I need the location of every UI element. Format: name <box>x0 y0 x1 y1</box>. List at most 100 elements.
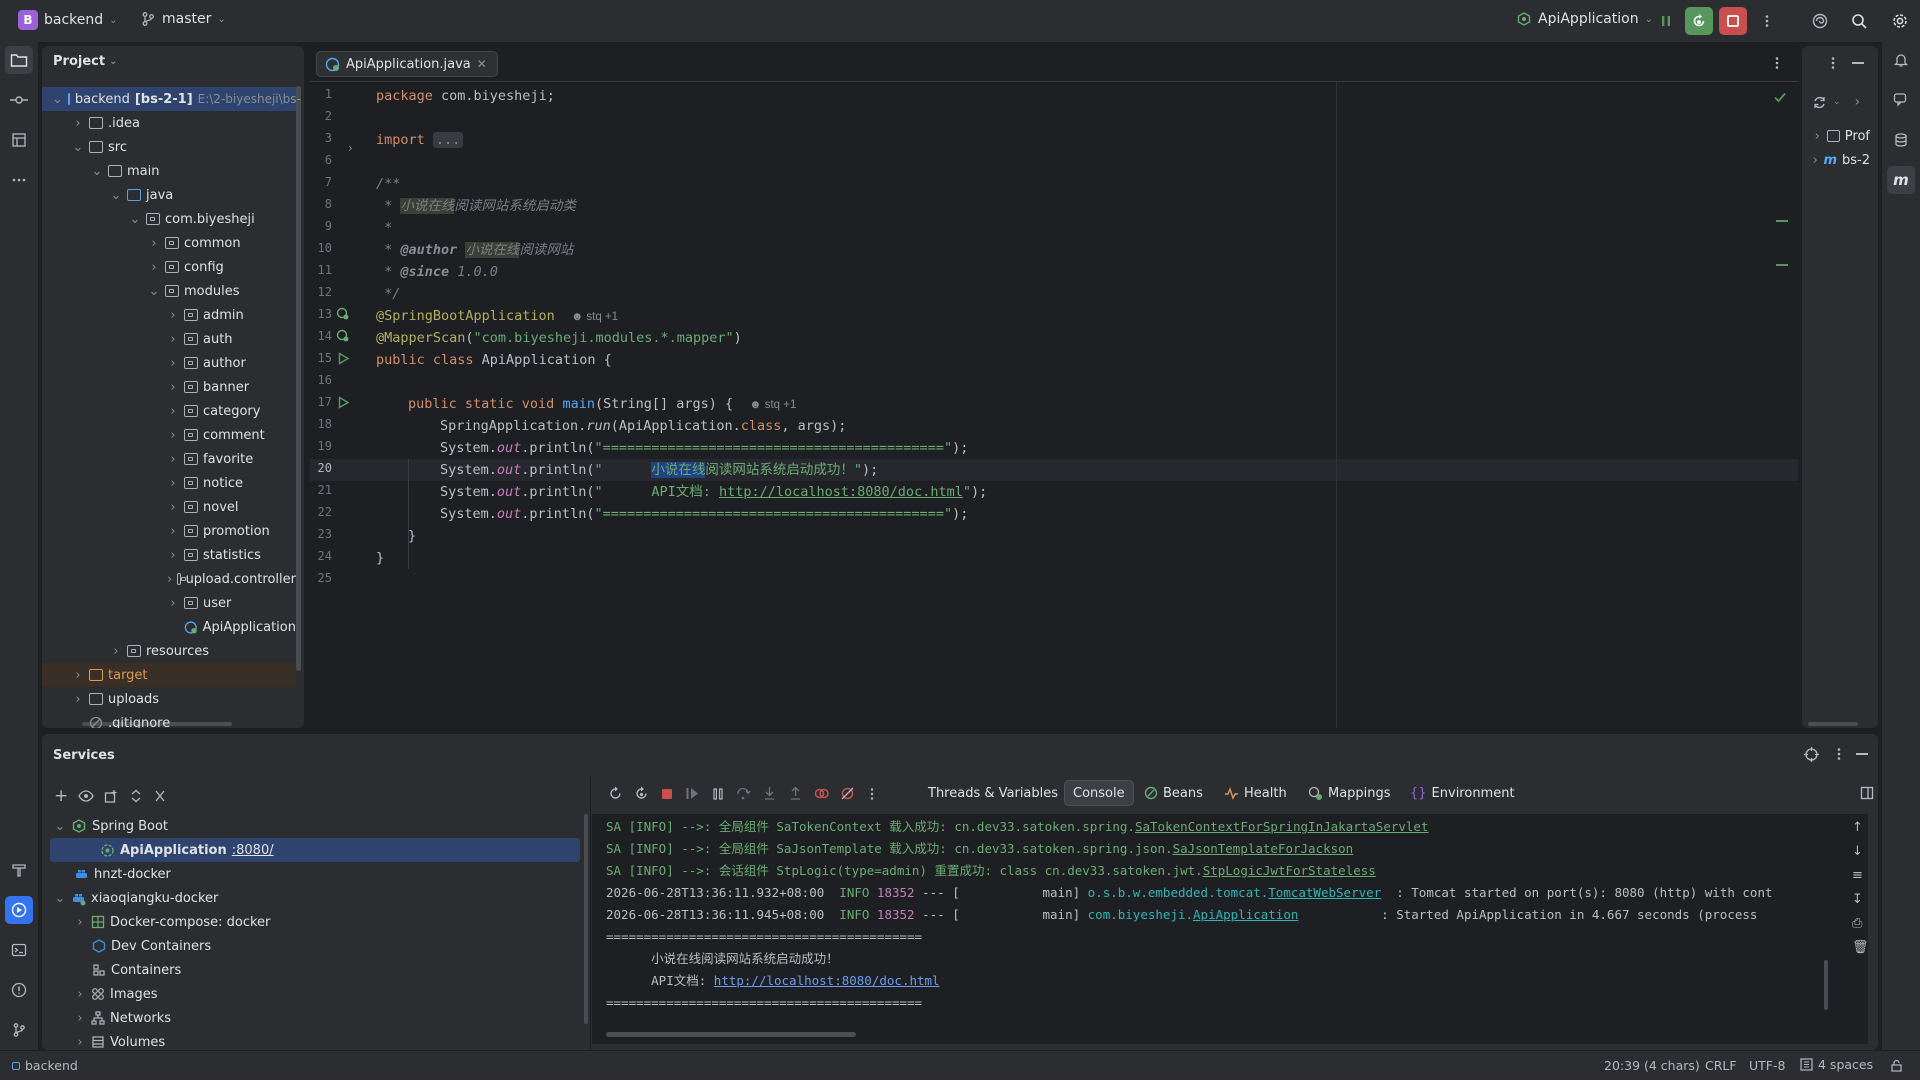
line-number[interactable]: 10 <box>310 241 332 255</box>
tree-item-config[interactable]: › config <box>42 255 296 279</box>
tree-item-banner[interactable]: › banner <box>42 375 296 399</box>
panel-more-button[interactable] <box>1826 56 1840 70</box>
tree-item-com-biyesheji[interactable]: ⌄ com.biyesheji <box>42 207 296 231</box>
ai-assistant-button[interactable] <box>1806 7 1834 35</box>
arrow-down-icon[interactable]: ↓ <box>1852 844 1869 859</box>
code-line-19[interactable]: System.out.println("====================… <box>440 437 968 459</box>
tree-item-resources[interactable]: › resources <box>42 639 296 663</box>
code-line-13[interactable]: @SpringBootApplication ☻ stq +1 <box>376 305 618 327</box>
splitter[interactable] <box>590 776 591 1050</box>
line-number[interactable]: 1 <box>310 87 332 101</box>
tree-item-comment[interactable]: › comment <box>42 423 296 447</box>
view-breakpoints-icon[interactable] <box>814 786 829 801</box>
line-number[interactable]: 2 <box>310 109 332 123</box>
service-item-networks[interactable]: › Networks <box>42 1006 582 1030</box>
horizontal-scrollbar[interactable] <box>1808 722 1858 726</box>
tree-item-target[interactable]: › target <box>42 663 296 687</box>
service-group-spring-boot[interactable]: ⌄ Spring Boot <box>42 814 582 838</box>
line-number[interactable]: 19 <box>310 439 332 453</box>
ai-chat-button[interactable] <box>1887 86 1915 114</box>
step-over-icon[interactable] <box>736 786 751 801</box>
lock-icon[interactable] <box>1890 1059 1903 1072</box>
line-number[interactable]: 18 <box>310 417 332 431</box>
stop-button[interactable] <box>1719 7 1747 35</box>
code-line-14[interactable]: @MapperScan("com.biyesheji.modules.*.map… <box>376 327 742 349</box>
chevron-right-icon[interactable]: › <box>1855 94 1861 110</box>
soft-wrap-icon[interactable]: ≡ <box>1852 868 1869 883</box>
rerun-icon[interactable] <box>608 786 623 801</box>
mute-breakpoints-icon[interactable] <box>840 786 855 801</box>
tree-item-admin[interactable]: › admin <box>42 303 296 327</box>
author-inlay[interactable]: ☻ stq +1 <box>749 399 796 411</box>
editor-tab-apiapplication[interactable]: ApiApplication.java ✕ <box>316 51 498 77</box>
code-line-24[interactable]: } <box>376 547 384 569</box>
line-number[interactable]: 14 <box>310 329 332 343</box>
more-vertical-icon[interactable] <box>866 787 878 801</box>
scroll-to-end-icon[interactable]: ↧ <box>1852 892 1869 907</box>
code-line-23[interactable]: } <box>408 525 416 547</box>
eye-icon[interactable] <box>78 789 94 803</box>
tree-item-author[interactable]: › author <box>42 351 296 375</box>
tree-item-favorite[interactable]: › favorite <box>42 447 296 471</box>
print-icon[interactable]: ⎙ <box>1852 916 1869 931</box>
rerun-debug-icon[interactable] <box>634 786 649 801</box>
resume-icon[interactable] <box>685 786 700 801</box>
tree-item-modules[interactable]: ⌄ modules <box>42 279 296 303</box>
service-port-link[interactable]: :8080/ <box>232 843 274 858</box>
status-module[interactable]: backend <box>12 1058 78 1073</box>
tree-item-common[interactable]: › common <box>42 231 296 255</box>
pause-button[interactable] <box>1652 7 1680 35</box>
tab-health[interactable]: Health <box>1216 780 1295 806</box>
run-gutter-icon[interactable] <box>337 396 350 409</box>
line-number[interactable]: 22 <box>310 505 332 519</box>
status-caret-position[interactable]: 20:39 (4 chars) <box>1604 1058 1700 1073</box>
problems-tool-button[interactable] <box>5 976 33 1004</box>
line-number[interactable]: 17 <box>310 395 332 409</box>
code-line-7[interactable]: /** <box>376 173 400 195</box>
services-tree-scrollbar[interactable] <box>584 814 588 1024</box>
tab-beans[interactable]: Beans <box>1136 780 1211 806</box>
tree-item-upload-controller[interactable]: › upload.controller <box>42 567 296 591</box>
status-indent[interactable]: 4 spaces <box>1800 1057 1873 1072</box>
tree-item-java[interactable]: ⌄ java <box>42 183 296 207</box>
code-line-1[interactable]: package com.biyesheji; <box>376 85 555 107</box>
console-horizontal-scrollbar[interactable] <box>606 1032 856 1037</box>
bean-gutter-icon[interactable] <box>336 307 350 321</box>
rerun-button[interactable] <box>1685 7 1713 35</box>
chevron-down-icon[interactable]: ⌄ <box>1833 97 1841 107</box>
terminal-tool-button[interactable] <box>5 936 33 964</box>
service-item-images[interactable]: › Images <box>42 982 582 1006</box>
editor-more-button[interactable] <box>1770 56 1784 70</box>
tree-item-statistics[interactable]: › statistics <box>42 543 296 567</box>
service-item-xiaoqiangku-docker[interactable]: ⌄ xiaoqiangku-docker <box>42 886 582 910</box>
run-config-selector[interactable]: ApiApplication ⌄ <box>1516 11 1653 27</box>
database-button[interactable] <box>1887 126 1915 154</box>
more-actions-button[interactable] <box>1753 7 1781 35</box>
fold-chevron-icon[interactable]: › <box>348 141 353 155</box>
minimize-icon[interactable] <box>1852 62 1864 64</box>
trash-icon[interactable]: 🗑 <box>1852 940 1869 955</box>
refresh-icon[interactable] <box>1812 95 1827 110</box>
add-icon[interactable]: + <box>54 786 68 806</box>
service-item-containers[interactable]: Containers <box>42 958 582 982</box>
line-number[interactable]: 16 <box>310 373 332 387</box>
tree-item-user[interactable]: › user <box>42 591 296 615</box>
tree-item-novel[interactable]: › novel <box>42 495 296 519</box>
maven-item-project[interactable]: › m bs-2 <box>1802 148 1870 172</box>
service-item-dev-containers[interactable]: Dev Containers <box>42 934 582 958</box>
service-item-hnzt-docker[interactable]: hnzt-docker <box>42 862 582 886</box>
line-number[interactable]: 23 <box>310 527 332 541</box>
collapse-all-icon[interactable] <box>153 789 167 803</box>
line-number[interactable]: 13 <box>310 307 332 321</box>
line-number[interactable]: 3 <box>310 131 332 145</box>
settings-button[interactable] <box>1886 7 1914 35</box>
search-button[interactable] <box>1845 7 1873 35</box>
tree-item-apiapplication[interactable]: ApiApplication <box>42 615 296 639</box>
arrow-up-icon[interactable]: ↑ <box>1852 820 1869 835</box>
line-number[interactable]: 25 <box>310 571 332 585</box>
branch-selector[interactable]: master ⌄ <box>140 11 226 27</box>
commit-tool-button[interactable] <box>5 86 33 114</box>
doc-url-link[interactable]: http://localhost:8080/doc.html <box>714 973 940 988</box>
tree-item-notice[interactable]: › notice <box>42 471 296 495</box>
services-tool-button[interactable] <box>5 896 33 924</box>
